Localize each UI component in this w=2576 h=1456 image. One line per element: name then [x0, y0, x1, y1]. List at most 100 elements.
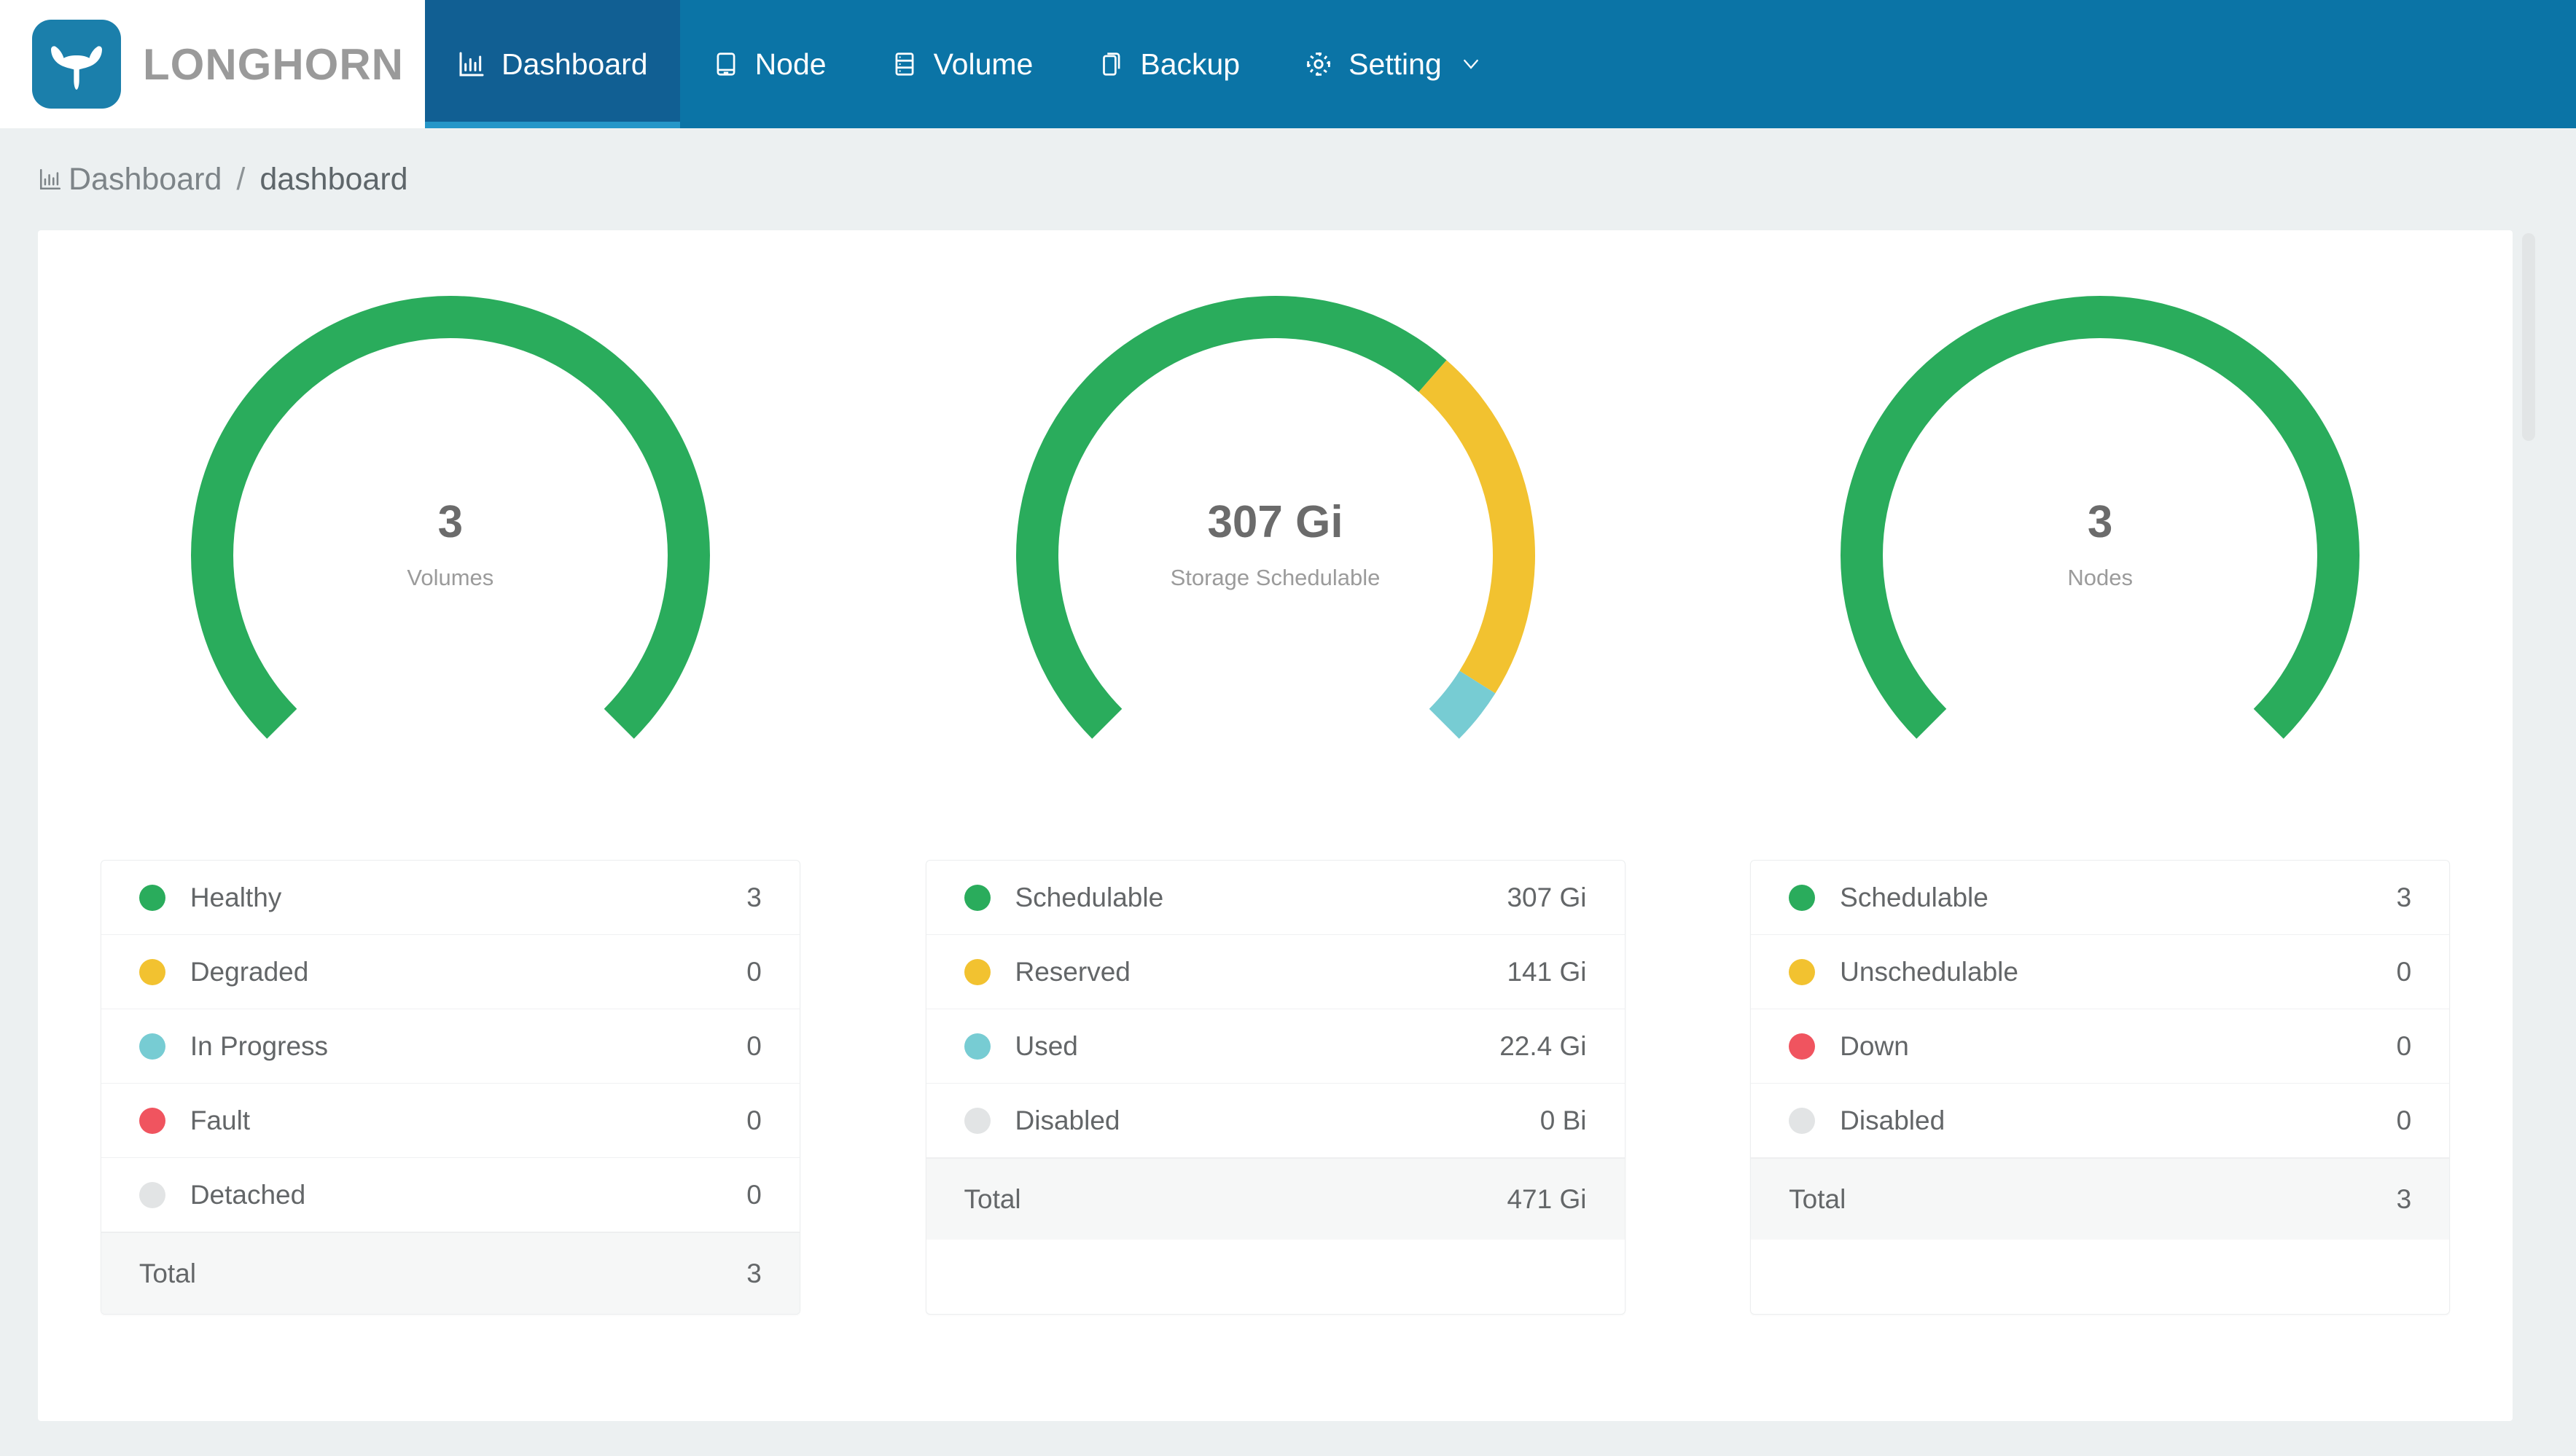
database-icon [891, 50, 918, 78]
copy-icon [1097, 50, 1125, 78]
volumes-gauge-center: 3 Volumes [86, 498, 815, 591]
status-dot-icon [964, 958, 991, 985]
legend-row-label: Degraded [190, 956, 309, 987]
status-dot-icon [138, 884, 165, 911]
volumes-legend-table: Healthy 3 Degraded 0 In Progress 0 Fault 0 Detac… [100, 860, 800, 1315]
nav-item-backup-label: Backup [1140, 47, 1241, 81]
legend-row-value: 0 [2396, 1105, 2412, 1135]
legend-row-label: Reserved [1015, 956, 1131, 987]
desktop-icon [712, 50, 740, 78]
status-dot-icon [964, 1033, 991, 1060]
legend-row-label: Schedulable [1015, 882, 1164, 912]
volumes-gauge-label: Volumes [407, 565, 494, 591]
status-dot-icon [964, 1107, 991, 1134]
chevron-down-icon [1460, 53, 1482, 75]
brand-logo-area[interactable]: LONGHORN [0, 0, 425, 128]
legend-total-row: Total 3 [101, 1232, 800, 1314]
legend-row: Schedulable 307 Gi [926, 861, 1625, 935]
volumes-gauge: 3 Volumes [86, 251, 815, 856]
legend-row: Disabled 0 [1751, 1084, 2450, 1158]
legend-total-label: Total [138, 1258, 196, 1288]
status-dot-icon [138, 1107, 165, 1134]
nav-items: Dashboard Node Volume Backup Setting [425, 0, 1514, 128]
status-dot-icon [138, 1033, 165, 1060]
breadcrumb: Dashboard / dashboard [0, 128, 2576, 230]
legend-row: In Progress 0 [101, 1009, 800, 1084]
legend-row-label: Disabled [1015, 1105, 1120, 1135]
bar-chart-icon [38, 167, 63, 192]
legend-row-value: 0 [746, 1030, 762, 1061]
legend-row-value: 0 [746, 1105, 762, 1135]
legend-row-value: 3 [746, 882, 762, 912]
storage-gauge-column: 307 Gi Storage Schedulable [863, 251, 1688, 856]
breadcrumb-current: dashboard [259, 161, 408, 197]
status-dot-icon [1789, 1107, 1816, 1134]
legend-total-row: Total 3 [1751, 1158, 2450, 1240]
legend-row: Degraded 0 [101, 935, 800, 1009]
legend-total-value: 3 [2396, 1183, 2412, 1214]
legend-total-label: Total [964, 1183, 1021, 1214]
bar-chart-icon [457, 50, 486, 79]
legend-row: Healthy 3 [101, 861, 800, 935]
status-dot-icon [1789, 958, 1816, 985]
legend-row-label: Fault [190, 1105, 251, 1135]
status-dot-icon [1789, 884, 1816, 911]
nav-item-node[interactable]: Node [680, 0, 859, 128]
legend-row-value: 0 [2396, 1030, 2412, 1061]
volumes-gauge-column: 3 Volumes [38, 251, 863, 856]
storage-gauge-value: 307 Gi [1207, 497, 1343, 547]
legend-row-label: Schedulable [1840, 882, 1988, 912]
nav-item-setting[interactable]: Setting [1272, 0, 1514, 128]
longhorn-bull-icon [32, 20, 121, 109]
storage-legend-table: Schedulable 307 Gi Reserved 141 Gi Used 22.4 … [925, 860, 1625, 1315]
nav-item-dashboard[interactable]: Dashboard [425, 0, 680, 128]
storage-gauge-center: 307 Gi Storage Schedulable [911, 498, 1640, 591]
gauges-row: 3 Volumes 307 Gi Storage Schedulable 3 N… [38, 230, 2513, 856]
legend-row-value: 22.4 Gi [1499, 1030, 1587, 1061]
legend-row-label: Down [1840, 1030, 1909, 1061]
storage-gauge-label: Storage Schedulable [1170, 565, 1381, 591]
vertical-scrollbar[interactable] [2519, 230, 2538, 1421]
brand-name: LONGHORN [143, 39, 404, 89]
nodes-gauge-value: 3 [2087, 497, 2113, 547]
status-dot-icon [138, 1181, 165, 1208]
nodes-gauge: 3 Nodes [1736, 251, 2464, 856]
legend-row-value: 0 [2396, 956, 2412, 987]
legend-total-label: Total [1789, 1183, 1846, 1214]
legends-row: Healthy 3 Degraded 0 In Progress 0 Fault 0 Detac… [38, 860, 2513, 1315]
storage-legend-column: Schedulable 307 Gi Reserved 141 Gi Used 22.4 … [863, 860, 1688, 1315]
legend-row: Unschedulable 0 [1751, 935, 2450, 1009]
nodes-gauge-column: 3 Nodes [1687, 251, 2513, 856]
legend-row: Used 22.4 Gi [926, 1009, 1625, 1084]
nav-item-volume[interactable]: Volume [859, 0, 1066, 128]
nodes-legend-table: Schedulable 3 Unschedulable 0 Down 0 Disabled 0… [1750, 860, 2451, 1315]
scrollbar-thumb[interactable] [2522, 233, 2535, 441]
volumes-gauge-value: 3 [437, 497, 464, 547]
legend-row-value: 0 Bi [1539, 1105, 1587, 1135]
legend-row: Disabled 0 Bi [926, 1084, 1625, 1158]
status-dot-icon [964, 884, 991, 911]
legend-row-value: 307 Gi [1507, 882, 1587, 912]
nav-item-backup[interactable]: Backup [1065, 0, 1272, 128]
nav-item-dashboard-label: Dashboard [501, 47, 648, 81]
nav-item-setting-label: Setting [1349, 47, 1442, 81]
legend-total-value: 3 [746, 1258, 762, 1288]
legend-row: Detached 0 [101, 1158, 800, 1232]
legend-row: Fault 0 [101, 1084, 800, 1158]
legend-row: Schedulable 3 [1751, 861, 2450, 935]
legend-row-label: Unschedulable [1840, 956, 2018, 987]
top-navigation-bar: LONGHORN Dashboard Node Volume Backup Se… [0, 0, 2576, 128]
breadcrumb-root[interactable]: Dashboard [69, 162, 222, 197]
status-dot-icon [138, 958, 165, 985]
legend-row-label: Disabled [1840, 1105, 1945, 1135]
legend-row-value: 0 [746, 956, 762, 987]
legend-row-value: 141 Gi [1507, 956, 1587, 987]
volumes-legend-column: Healthy 3 Degraded 0 In Progress 0 Fault 0 Detac… [38, 860, 863, 1315]
legend-row-value: 0 [746, 1179, 762, 1210]
nodes-gauge-center: 3 Nodes [1736, 498, 2464, 591]
legend-row: Reserved 141 Gi [926, 935, 1625, 1009]
legend-total-value: 471 Gi [1507, 1183, 1587, 1214]
nav-item-node-label: Node [754, 47, 827, 81]
nodes-gauge-label: Nodes [2067, 565, 2133, 591]
legend-row-label: Used [1015, 1030, 1078, 1061]
